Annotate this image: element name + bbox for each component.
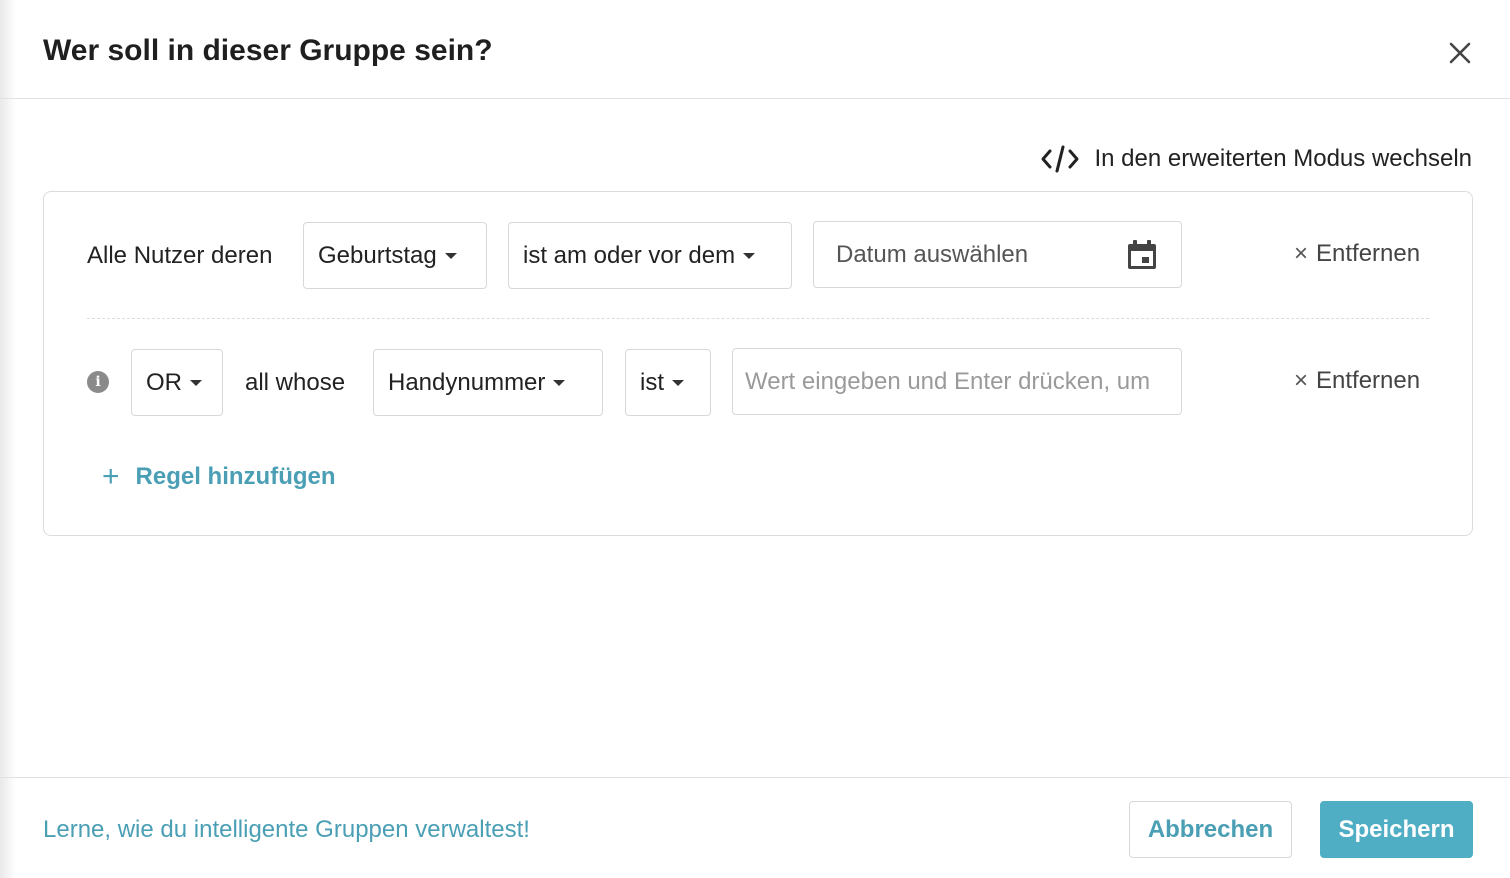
rule-1-operator-select[interactable]: ist am oder vor dem [508,222,792,289]
rule-2-conjunction-select[interactable]: OR [131,349,223,416]
backdrop-edge [0,0,16,878]
chevron-down-icon [743,252,756,259]
rule-1-date-input[interactable] [836,240,1117,269]
close-icon: × [1294,240,1309,267]
chevron-down-icon [553,379,566,386]
advanced-mode-toggle[interactable]: In den erweiterten Modus wechseln [1040,144,1472,174]
dialog-header: Wer soll in dieser Gruppe sein? [0,0,1510,99]
rule-2-value-input[interactable] [745,367,1169,396]
info-icon[interactable]: i [87,371,109,393]
rule-1-field-value: Geburtstag [318,241,437,269]
rule-1-date-field[interactable] [813,221,1182,288]
rule-2-field-value: Handynummer [388,368,546,396]
code-icon [1041,145,1079,173]
rule-1-operator-value: ist am oder vor dem [523,241,736,269]
rule-2-operator-value: ist [640,368,664,396]
calendar-icon [1128,239,1156,269]
add-rule-button[interactable]: + Regel hinzufügen [102,462,336,492]
rule-1-remove-label: Entfernen [1316,240,1421,267]
dialog-footer: Lerne, wie du intelligente Gruppen verwa… [0,777,1510,878]
close-button[interactable] [1444,37,1476,69]
close-icon [1449,42,1471,64]
rule-divider [87,318,1429,319]
chevron-down-icon [190,379,202,386]
rule-2-remove-button[interactable]: × Entfernen [1294,367,1420,395]
dialog-title: Wer soll in dieser Gruppe sein? [43,34,493,67]
rule-1-field-select[interactable]: Geburtstag [303,222,487,289]
close-icon: × [1294,367,1309,394]
rules-card: Alle Nutzer deren Geburtstag ist am oder… [43,191,1473,536]
rule-2-conjunction-value: OR [146,368,182,396]
rule-2-field-select[interactable]: Handynummer [373,349,603,416]
rule-1-remove-button[interactable]: × Entfernen [1294,240,1420,268]
rule-2-value-field[interactable] [732,348,1182,415]
rule-2-remove-label: Entfernen [1316,367,1421,394]
rule-2-prefix: all whose [245,369,346,396]
rule-1-prefix: Alle Nutzer deren [87,242,273,269]
chevron-down-icon [672,379,684,386]
rule-2-operator-select[interactable]: ist [625,349,711,416]
save-button[interactable]: Speichern [1320,801,1473,858]
advanced-mode-label: In den erweiterten Modus wechseln [1094,145,1472,172]
chevron-down-icon [444,252,457,259]
plus-icon: + [102,460,120,493]
help-link[interactable]: Lerne, wie du intelligente Gruppen verwa… [43,816,530,844]
add-rule-label: Regel hinzufügen [135,463,336,490]
cancel-button[interactable]: Abbrechen [1129,801,1292,858]
